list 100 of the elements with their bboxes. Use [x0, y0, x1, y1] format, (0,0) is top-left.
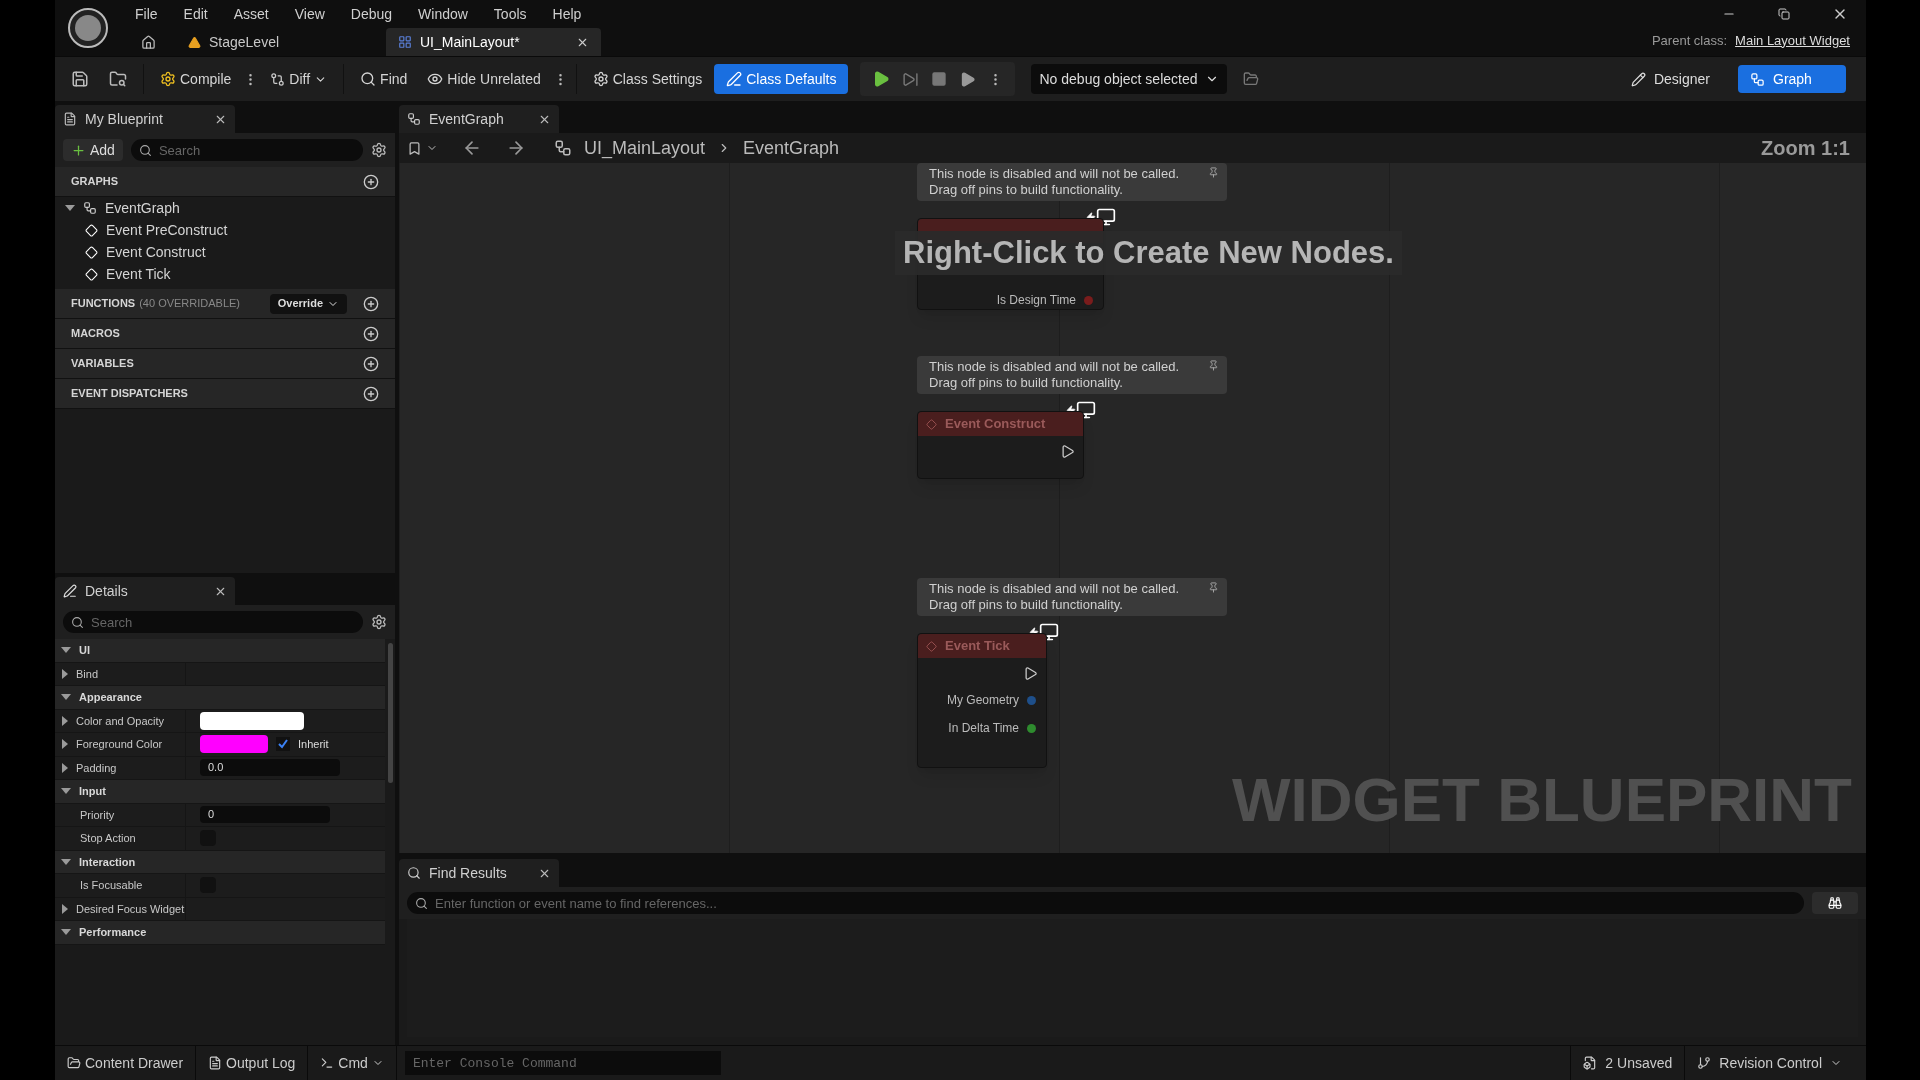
pin-label: Is Design Time [996, 292, 1076, 309]
menu-item[interactable]: Debug [350, 3, 393, 25]
add-button[interactable]: Add [63, 139, 123, 161]
diff-button[interactable]: Diff [262, 64, 336, 94]
category-header[interactable]: Performance [79, 924, 147, 941]
parent-class-link[interactable]: Main Layout Widget [1735, 30, 1850, 50]
caret-icon[interactable] [61, 694, 71, 701]
tree-item[interactable]: Event Tick [106, 263, 171, 285]
menu-item[interactable]: Asset [233, 3, 269, 25]
stop-icon[interactable] [931, 71, 948, 87]
revision-control-button[interactable]: Revision Control [1684, 1046, 1854, 1080]
caret-icon[interactable] [62, 715, 68, 726]
caret-icon[interactable] [61, 858, 71, 865]
add-icon[interactable] [363, 325, 379, 342]
category-header[interactable]: Appearance [79, 689, 142, 706]
home-icon[interactable] [141, 35, 156, 50]
menu-item[interactable]: Window [418, 3, 468, 25]
find-field[interactable]: Enter function or event name to find references... [407, 892, 1804, 914]
tree-item[interactable]: Event Construct [106, 241, 206, 263]
document-tab[interactable]: StageLevel [176, 28, 336, 56]
parent-class-label: Parent class: [1651, 31, 1728, 50]
play-icon[interactable] [872, 70, 891, 88]
color-swatch[interactable] [200, 735, 268, 754]
checkbox[interactable] [276, 737, 290, 752]
node-title: Event Tick [945, 637, 1010, 656]
menu-item[interactable]: File [135, 3, 158, 25]
unsaved-button[interactable]: 2 Unsaved [1570, 1046, 1685, 1080]
bookmark-icon[interactable] [407, 140, 422, 156]
section-note: (40 OVERRIDABLE) [139, 296, 241, 312]
find-button[interactable]: Find [352, 64, 416, 94]
menu-item[interactable]: Tools [493, 3, 527, 25]
search-field[interactable]: Search [130, 139, 363, 161]
caret-icon[interactable] [65, 205, 75, 211]
node-comment: This node is disabled and will not be called. Drag off pins to build functionality. [917, 356, 1227, 394]
caret-icon[interactable] [62, 903, 68, 914]
mode-button[interactable]: Designer [1618, 65, 1722, 93]
save-icon[interactable] [71, 70, 89, 88]
console-field[interactable]: Enter Console Command [404, 1051, 721, 1075]
folder-icon [67, 1056, 81, 1070]
category-header[interactable]: Interaction [79, 853, 136, 870]
color-swatch[interactable] [200, 711, 304, 730]
event-icon [85, 223, 98, 237]
settings-icon[interactable] [371, 142, 387, 158]
caret-icon[interactable] [61, 788, 71, 795]
tree-item[interactable]: Event PreConstruct [106, 219, 228, 241]
category-header[interactable]: UI [79, 642, 90, 659]
restore-icon[interactable] [1778, 8, 1790, 20]
graph-icon [407, 112, 421, 126]
zoom-label: Zoom 1:1 [1761, 136, 1850, 161]
compile-button[interactable]: Compile [152, 64, 240, 94]
section-title: MACROS [71, 326, 120, 342]
pin-icon [1208, 167, 1219, 178]
simulate-icon[interactable] [959, 70, 977, 88]
panel-tab[interactable]: My Blueprint [55, 105, 235, 133]
find-button[interactable] [1812, 892, 1858, 914]
menu-item[interactable]: View [294, 3, 325, 25]
step-icon[interactable] [902, 70, 920, 88]
document-tab[interactable]: UI_MainLayout* [386, 28, 601, 56]
class-defaults-button[interactable]: Class Defaults [714, 64, 849, 94]
class-settings-button[interactable]: Class Settings [584, 64, 711, 94]
caret-icon[interactable] [62, 762, 68, 773]
caret-icon[interactable] [62, 739, 68, 750]
number-field[interactable]: 0.0 [200, 759, 340, 777]
status-button[interactable]: Cmd [308, 1046, 397, 1080]
settings-icon[interactable] [371, 614, 387, 630]
folder-icon[interactable] [1243, 71, 1260, 87]
add-icon[interactable] [363, 295, 379, 312]
menu-item[interactable]: Help [552, 3, 582, 25]
override-dropdown[interactable]: Override [269, 293, 347, 314]
diff-icon [270, 71, 286, 87]
status-button[interactable]: Output Log [196, 1046, 309, 1080]
node-title: Event Construct [945, 415, 1046, 434]
tree-item[interactable]: EventGraph [105, 197, 180, 219]
caret-icon[interactable] [61, 929, 71, 936]
number-field[interactable]: 0 [200, 806, 330, 824]
category-header[interactable]: Input [79, 783, 106, 800]
graph-tab[interactable]: EventGraph [399, 105, 559, 133]
panel-tab[interactable]: Details [55, 577, 235, 605]
hide-unrelated-button[interactable]: Hide Unrelated [419, 64, 549, 94]
debug-object-dropdown[interactable]: No debug object selected [1031, 64, 1228, 94]
breadcrumb-item[interactable]: UI_MainLayout [584, 134, 706, 162]
graph-icon [1750, 71, 1765, 87]
panel-tab[interactable]: Find Results [399, 859, 559, 887]
event-icon [85, 245, 98, 259]
folder-search-icon[interactable] [109, 70, 127, 88]
status-button[interactable]: Content Drawer [55, 1046, 197, 1080]
panel-tab-title: Details [85, 581, 129, 601]
event-icon [926, 640, 937, 652]
caret-icon[interactable] [62, 668, 68, 679]
add-icon[interactable] [363, 355, 379, 372]
breadcrumb-item[interactable]: EventGraph [743, 134, 840, 162]
mode-button[interactable]: Graph [1738, 65, 1846, 93]
log-icon [208, 1056, 223, 1070]
scrollbar[interactable] [387, 643, 393, 783]
caret-icon[interactable] [61, 647, 71, 654]
menu-item[interactable]: Edit [183, 3, 208, 25]
add-icon[interactable] [363, 173, 379, 190]
add-icon[interactable] [363, 385, 379, 402]
search-field[interactable]: Search [63, 611, 363, 633]
settings-icon [592, 71, 609, 87]
